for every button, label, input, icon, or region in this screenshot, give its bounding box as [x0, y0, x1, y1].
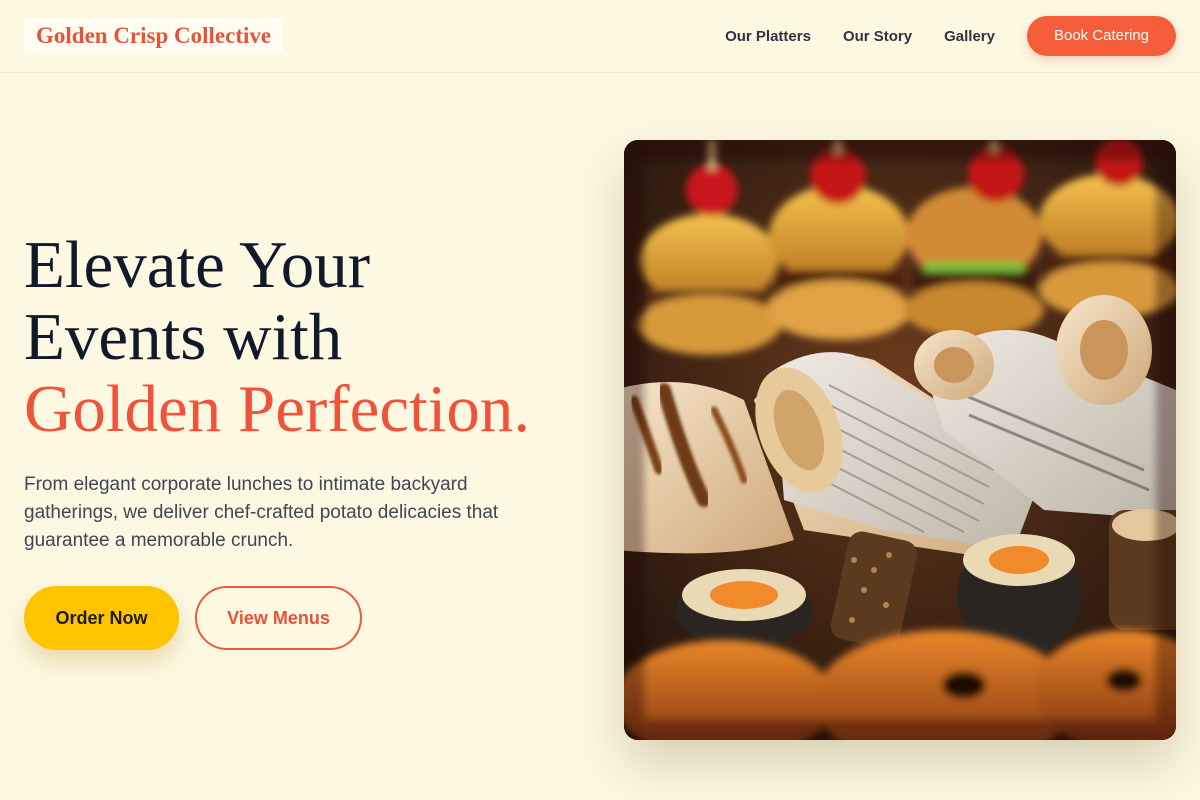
book-catering-button[interactable]: Book Catering: [1027, 16, 1176, 56]
hero-description: From elegant corporate lunches to intima…: [24, 474, 499, 551]
hero-title: Elevate Your Events with Golden Perfecti…: [24, 229, 530, 445]
view-menus-button[interactable]: View Menus: [195, 586, 362, 650]
brand-logo[interactable]: Golden Crisp Collective: [24, 18, 284, 53]
main-nav: Our Platters Our Story Gallery Book Cate…: [725, 16, 1176, 56]
catering-platter-photo: [624, 140, 1176, 740]
hero-title-accent: Golden Perfection.: [24, 372, 531, 446]
nav-link-our-platters[interactable]: Our Platters: [725, 28, 811, 45]
order-now-button[interactable]: Order Now: [24, 586, 179, 650]
hero-title-line-1: Elevate Your: [24, 228, 371, 302]
nav-link-our-story[interactable]: Our Story: [843, 28, 912, 45]
site-header: Golden Crisp Collective Our Platters Our…: [0, 0, 1200, 73]
nav-link-gallery[interactable]: Gallery: [944, 28, 995, 45]
catering-platter-illustration: [624, 140, 1176, 740]
hero-title-line-2: Events with: [24, 300, 343, 374]
